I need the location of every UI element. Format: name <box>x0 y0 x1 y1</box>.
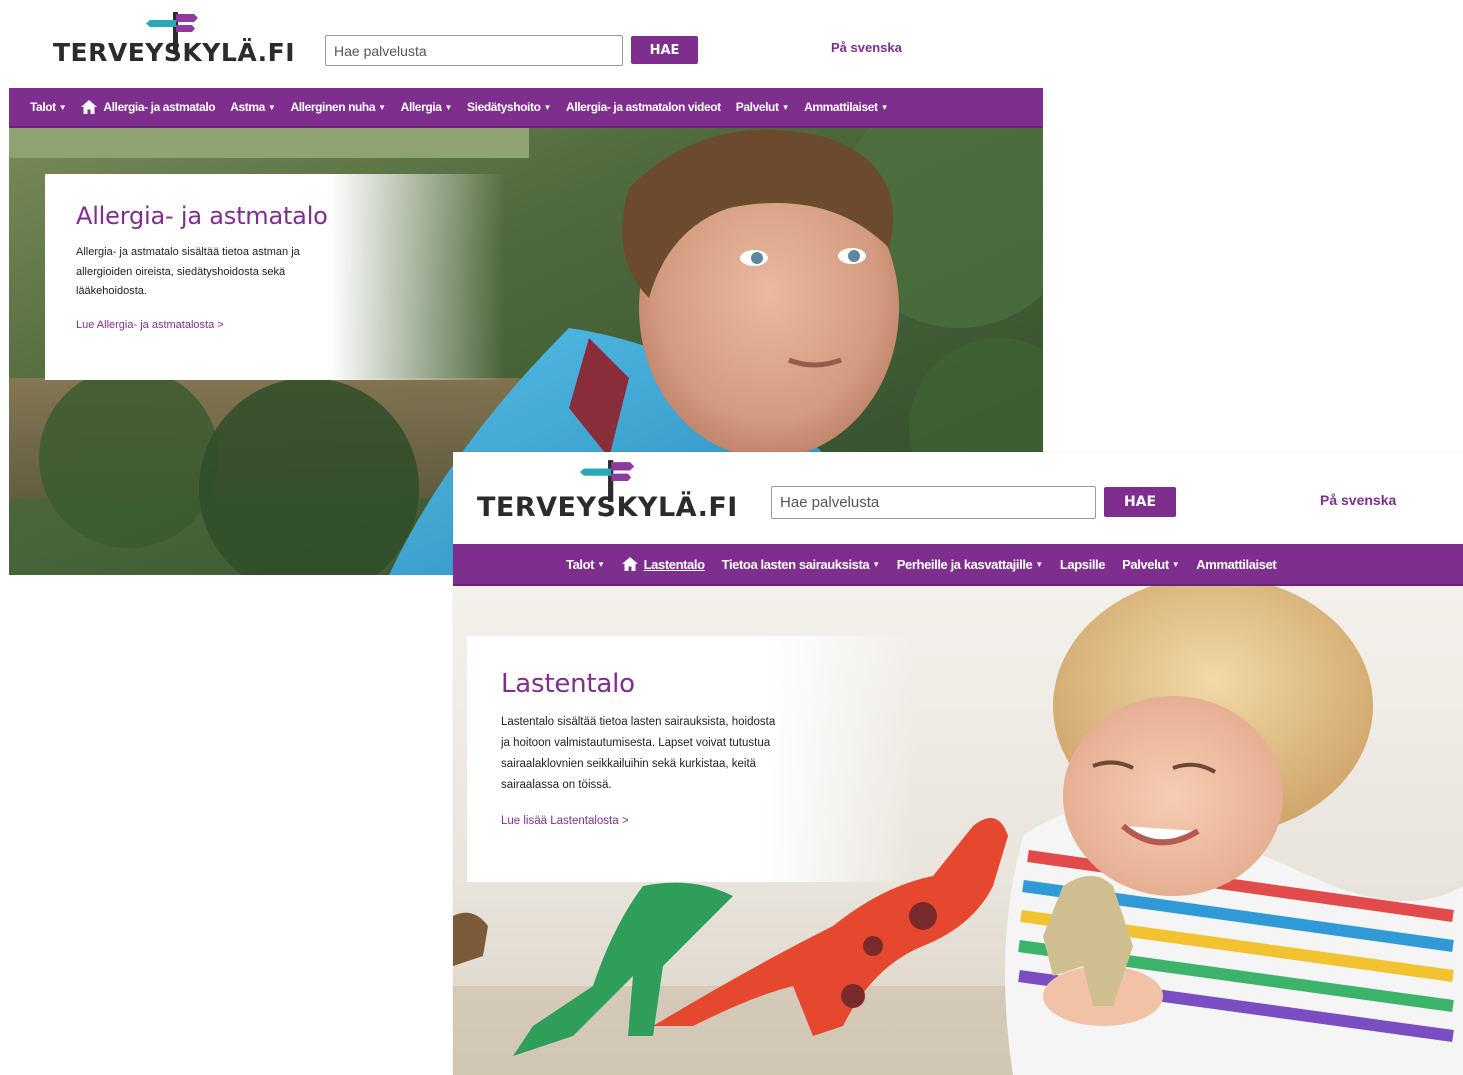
chevron-down-icon: ▼ <box>378 102 386 112</box>
nav-item-allergia-ja-astmatalo[interactable]: Allergia- ja astmatalo <box>81 100 216 114</box>
nav-item-label: Perheille ja kasvattajille <box>896 556 1033 572</box>
search-button[interactable]: HAE <box>1104 487 1176 517</box>
nav-item-siedätyshoito[interactable]: Siedätyshoito ▼ <box>467 100 551 114</box>
nav-item-tietoa-lasten-sairauksista[interactable]: Tietoa lasten sairauksista ▼ <box>721 556 881 572</box>
nav-item-label: Ammattilaiset <box>1196 556 1277 572</box>
main-nav: Talot ▼ Lastentalo Tietoa lasten sairauksis… <box>453 544 1463 586</box>
nav-item-label: Tietoa lasten sairauksista <box>721 556 870 572</box>
nav-item-label: Lastentalo <box>643 556 705 572</box>
home-icon <box>621 557 638 571</box>
nav-item-label: Allergia <box>400 100 442 114</box>
main-nav: Talot ▼ Allergia- ja astmatalo Astma ▼ Allerg… <box>9 88 1043 128</box>
home-icon <box>81 100 98 114</box>
hero-read-more-link[interactable]: Lue lisää Lastentalosta > <box>501 815 629 827</box>
nav-item-label: Lapsille <box>1059 556 1106 572</box>
chevron-down-icon: ▼ <box>880 102 889 112</box>
search-button[interactable]: HAE <box>631 36 698 64</box>
logo-text: TERVEYSKYLÄ.FI <box>477 492 738 523</box>
nav-item-label: Siedätyshoito <box>467 100 541 114</box>
terveyskyla-logo[interactable]: TERVEYSKYLÄ.FI <box>477 458 737 524</box>
hero-card: Allergia- ja astmatalo Allergia- ja astm… <box>45 174 345 380</box>
nav-item-label: Allergia- ja astmatalon videot <box>566 100 721 114</box>
chevron-down-icon: ▼ <box>1035 559 1043 569</box>
hero-description: Lastentalo sisältää tietoa lasten sairau… <box>501 716 776 791</box>
chevron-down-icon: ▼ <box>444 102 453 112</box>
hero-card: Lastentalo Lastentalo sisältää tietoa la… <box>467 636 787 882</box>
search-input[interactable] <box>771 486 1096 519</box>
nav-item-palvelut[interactable]: Palvelut ▼ <box>1122 556 1180 572</box>
nav-item-ammattilaiset[interactable]: Ammattilaiset <box>1196 557 1276 572</box>
nav-item-perheille-ja-kasvattajille[interactable]: Perheille ja kasvattajille ▼ <box>897 557 1043 572</box>
logo-text: TERVEYSKYLÄ.FI <box>53 38 296 67</box>
site-header: TERVEYSKYLÄ.FI HAE På svenska <box>453 452 1463 544</box>
hero-description: Allergia- ja astmatalo sisältää tietoa a… <box>76 246 300 297</box>
hero-section: Lastentalo Lastentalo sisältää tietoa la… <box>453 586 1463 1075</box>
swedish-language-link[interactable]: På svenska <box>831 40 902 55</box>
nav-item-lastentalo[interactable]: Lastentalo <box>621 556 705 572</box>
nav-list: Talot ▼ Lastentalo Tietoa lasten sairauksis… <box>566 544 1293 584</box>
hero-title: Allergia- ja astmatalo <box>76 202 328 230</box>
nav-item-allergia-ja-astmatalon-videot[interactable]: Allergia- ja astmatalon videot <box>566 100 721 114</box>
nav-item-lapsille[interactable]: Lapsille <box>1059 556 1106 572</box>
nav-item-allergia[interactable]: Allergia ▼ <box>400 100 453 114</box>
nav-item-talot[interactable]: Talot ▼ <box>30 100 67 114</box>
terveyskyla-logo[interactable]: TERVEYSKYLÄ.FI <box>53 8 295 68</box>
chevron-down-icon: ▼ <box>872 559 880 569</box>
search-input[interactable] <box>325 35 623 66</box>
chevron-down-icon: ▼ <box>781 102 790 112</box>
nav-item-label: Talot <box>30 100 56 114</box>
nav-item-talot[interactable]: Talot ▼ <box>566 557 605 572</box>
nav-item-label: Astma <box>230 100 265 114</box>
nav-item-allerginen-nuha[interactable]: Allerginen nuha ▼ <box>290 100 386 114</box>
nav-item-astma[interactable]: Astma ▼ <box>230 100 276 114</box>
chevron-down-icon: ▼ <box>267 102 276 112</box>
hero-title: Lastentalo <box>501 669 635 699</box>
nav-item-label: Allergia- ja astmatalo <box>103 100 216 114</box>
chevron-down-icon: ▼ <box>543 102 552 112</box>
chevron-down-icon: ▼ <box>597 559 605 569</box>
nav-item-label: Palvelut <box>1122 556 1169 572</box>
nav-item-label: Palvelut <box>735 100 779 114</box>
nav-item-ammattilaiset[interactable]: Ammattilaiset ▼ <box>804 100 888 114</box>
nav-item-label: Talot <box>566 556 595 572</box>
nav-item-palvelut[interactable]: Palvelut ▼ <box>735 100 790 114</box>
nav-item-label: Allerginen nuha <box>290 100 376 114</box>
screenshot-lastentalo: TERVEYSKYLÄ.FI HAE På svenska Talot▼Last… <box>453 452 1463 1075</box>
nav-item-label: Ammattilaiset <box>804 100 878 114</box>
swedish-language-link[interactable]: På svenska <box>1320 492 1396 508</box>
chevron-down-icon: ▼ <box>58 102 67 112</box>
chevron-down-icon: ▼ <box>1171 559 1180 569</box>
hero-read-more-link[interactable]: Lue Allergia- ja astmatalosta > <box>76 319 224 331</box>
site-header: TERVEYSKYLÄ.FI HAE På svenska <box>9 0 1043 88</box>
nav-list: Talot ▼ Allergia- ja astmatalo Astma ▼ Allerg… <box>30 88 903 126</box>
